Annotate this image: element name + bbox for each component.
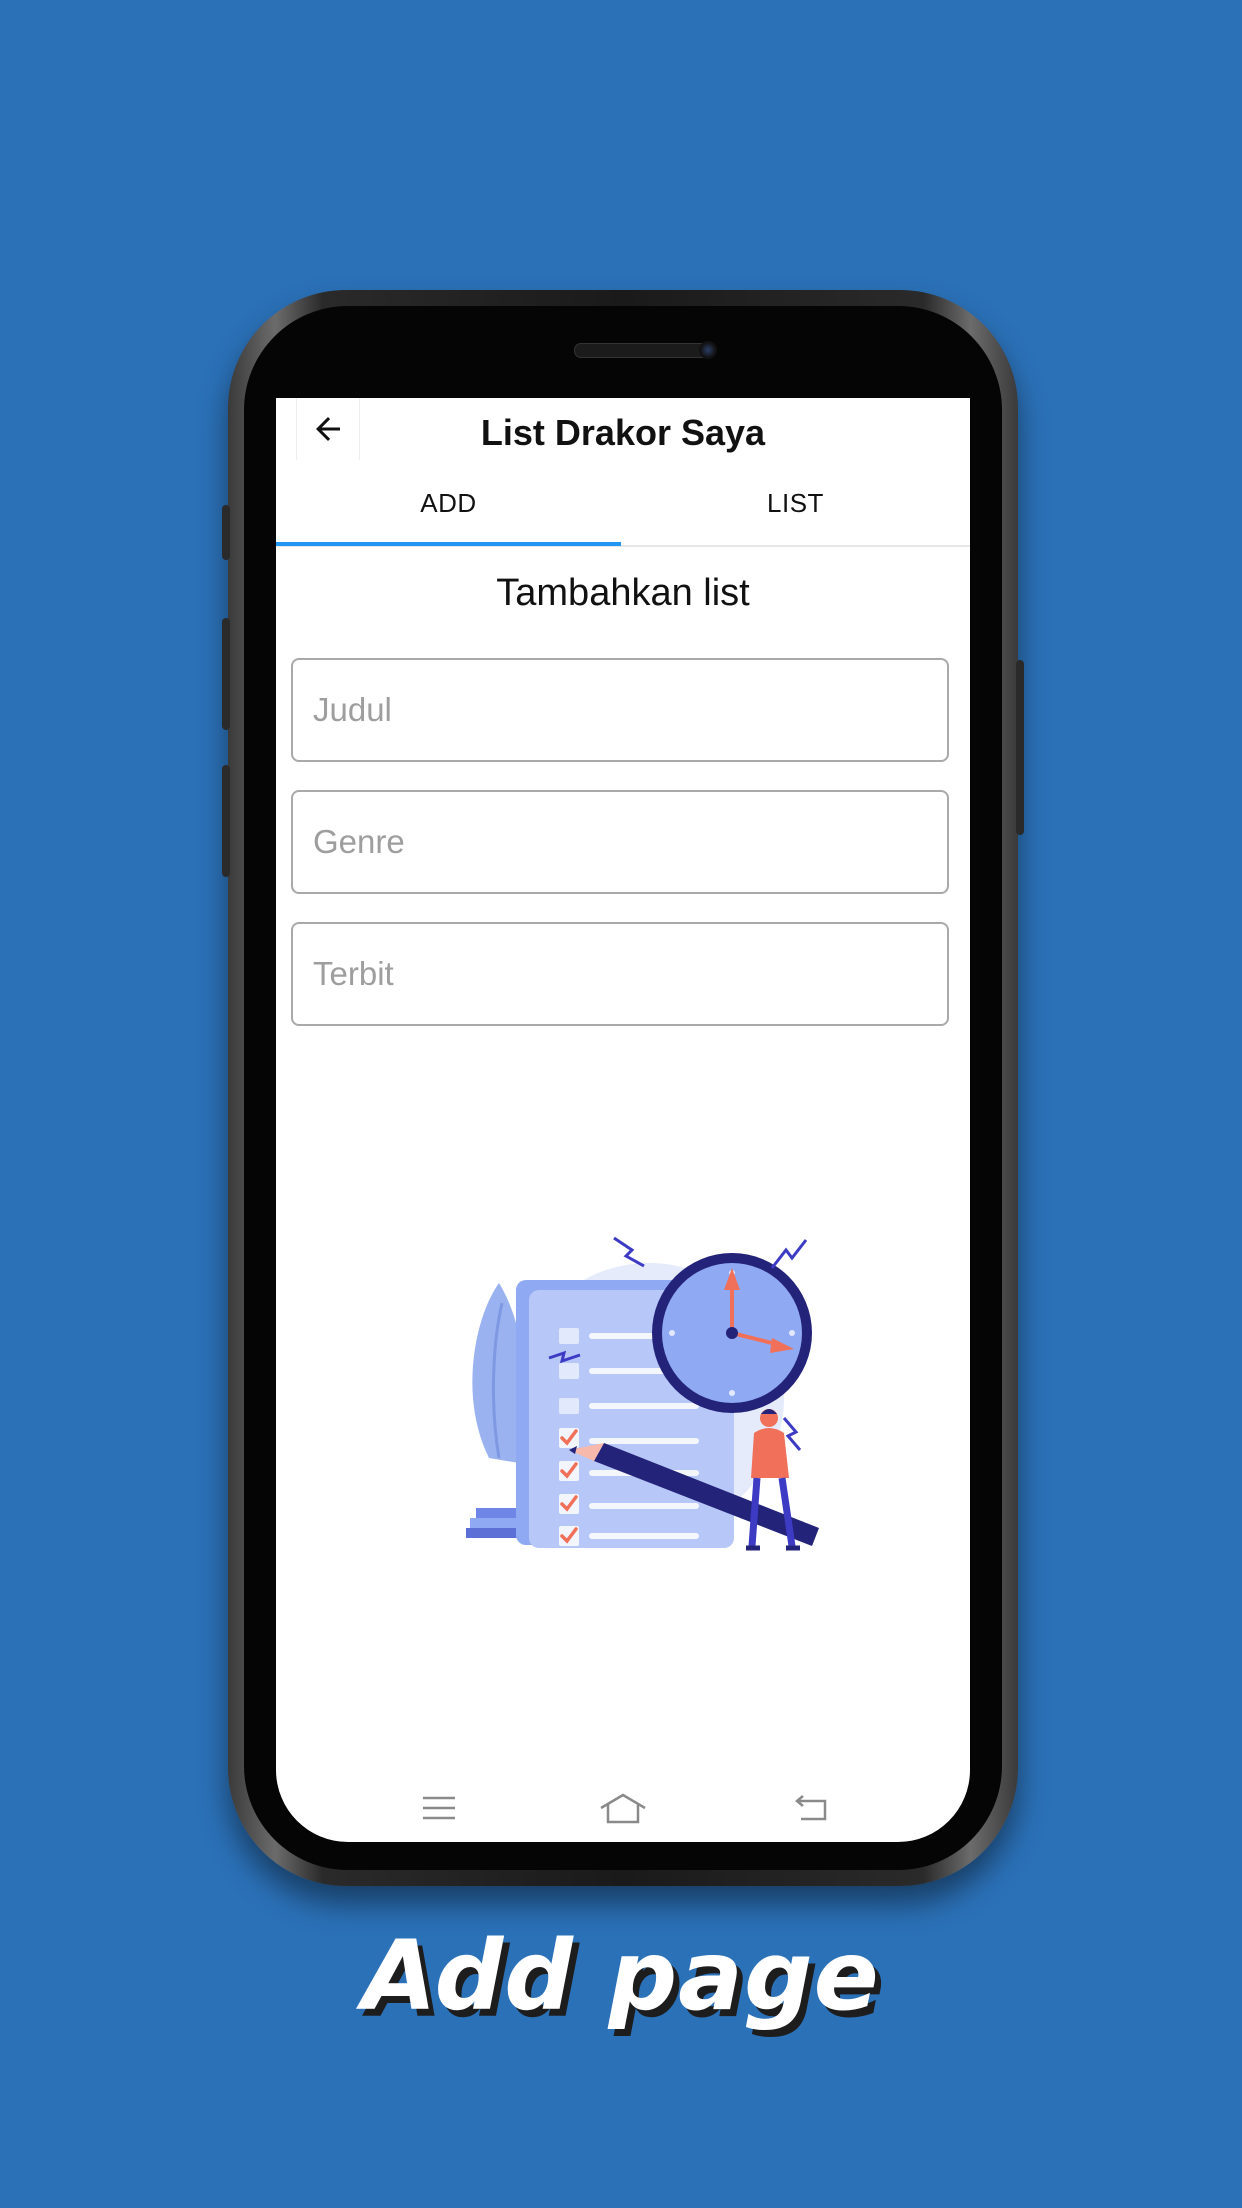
menu-button[interactable] <box>409 1778 469 1838</box>
tab-indicator <box>276 542 621 546</box>
tab-list-label: LIST <box>767 488 824 518</box>
menu-icon <box>423 1796 455 1820</box>
page-title: List Drakor Saya <box>480 412 766 453</box>
checklist-clock-illustration <box>466 1236 819 1551</box>
caption-text: Add page <box>362 1920 880 2032</box>
tab-add[interactable]: ADD <box>276 488 621 538</box>
genre-input[interactable] <box>291 790 949 894</box>
app-screen: List Drakor Saya ADD LIST Tambahkan list <box>276 398 970 1842</box>
earpiece-speaker <box>574 343 716 358</box>
mute-switch <box>222 505 230 560</box>
judul-input[interactable] <box>291 658 949 762</box>
form-heading: Tambahkan list <box>496 572 750 614</box>
app-bar: List Drakor Saya ADD LIST <box>276 398 970 550</box>
home-icon <box>600 1793 646 1824</box>
terbit-input[interactable] <box>291 922 949 1026</box>
back-icon <box>795 1795 827 1821</box>
system-nav-bar <box>276 1778 970 1838</box>
volume-down-button <box>222 765 230 877</box>
volume-up-button <box>222 618 230 730</box>
home-button[interactable] <box>593 1778 653 1838</box>
tab-list[interactable]: LIST <box>621 488 970 538</box>
front-camera <box>699 341 717 359</box>
power-button <box>1016 660 1024 835</box>
system-back-button[interactable] <box>781 1778 841 1838</box>
tab-add-label: ADD <box>420 488 477 518</box>
